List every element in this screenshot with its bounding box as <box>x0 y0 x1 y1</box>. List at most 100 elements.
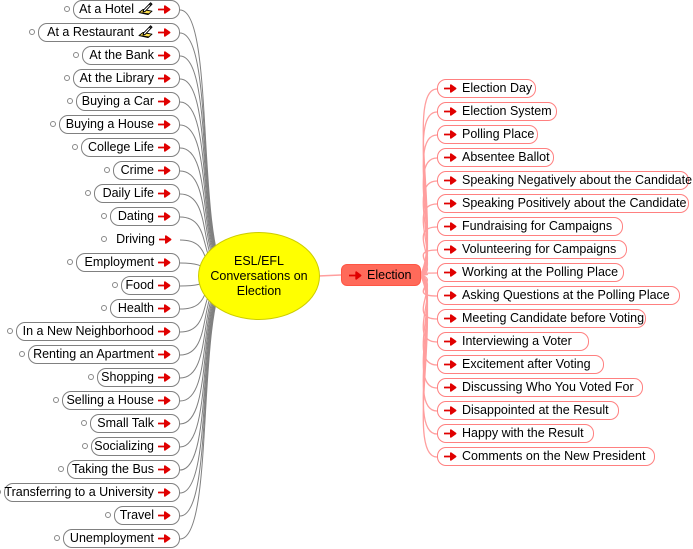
left-branch-node[interactable]: Unemployment <box>63 529 180 548</box>
collapse-handle[interactable] <box>67 98 73 104</box>
right-branch-node[interactable]: Happy with the Result <box>437 424 594 443</box>
right-branch-node[interactable]: Disappointed at the Result <box>437 401 619 420</box>
left-branch-node[interactable]: At the Bank <box>82 46 180 65</box>
left-branch-node-label: Buying a Car <box>81 94 154 109</box>
right-branch-node[interactable]: Meeting Candidate before Voting <box>437 309 646 328</box>
right-branch-node[interactable]: Election Day <box>437 79 536 98</box>
right-branch-node[interactable]: Volunteering for Campaigns <box>437 240 627 259</box>
collapse-handle[interactable] <box>101 305 107 311</box>
left-branch-node[interactable]: At the Library <box>73 69 180 88</box>
collapse-handle[interactable] <box>67 259 73 265</box>
collapse-handle[interactable] <box>101 213 107 219</box>
left-branch-node[interactable]: Transferring to a University <box>4 483 180 502</box>
arrow-right-icon <box>158 50 171 61</box>
left-branch-node[interactable]: Driving <box>110 230 180 249</box>
collapse-handle[interactable] <box>82 443 88 449</box>
collapse-handle[interactable] <box>50 121 56 127</box>
left-branch-node-label: Food <box>125 278 155 293</box>
left-branch-node[interactable]: Shopping <box>97 368 180 387</box>
left-branch-node-label: Transferring to a University <box>4 485 154 500</box>
left-branch-node-label: At the Library <box>79 71 154 86</box>
arrow-right-icon <box>158 533 171 544</box>
right-branch-node-label: Disappointed at the Result <box>462 403 609 418</box>
left-branch-node[interactable]: Crime <box>113 161 180 180</box>
right-branch-node[interactable]: Working at the Polling Place <box>437 263 624 282</box>
collapse-handle[interactable] <box>0 489 1 495</box>
left-branch-node[interactable]: Renting an Apartment <box>28 345 180 364</box>
arrow-right-icon <box>444 106 457 117</box>
arrow-right-icon <box>158 27 171 38</box>
arrow-right-icon <box>159 234 172 245</box>
arrow-right-icon <box>158 142 171 153</box>
collapse-handle[interactable] <box>7 328 13 334</box>
arrow-right-icon <box>444 359 457 370</box>
left-branch-node[interactable]: Buying a House <box>59 115 180 134</box>
right-branch-node[interactable]: Comments on the New President <box>437 447 655 466</box>
right-branch-node-label: Comments on the New President <box>462 449 646 464</box>
connector-line <box>419 134 438 276</box>
left-branch-node[interactable]: College Life <box>81 138 180 157</box>
right-branch-node[interactable]: Interviewing a Voter <box>437 332 589 351</box>
collapse-handle[interactable] <box>54 535 60 541</box>
collapse-handle[interactable] <box>104 167 110 173</box>
connector-line <box>419 274 438 366</box>
collapse-handle[interactable] <box>101 236 107 242</box>
right-branch-node-label: Working at the Polling Place <box>462 265 619 280</box>
left-branch-node[interactable]: Health <box>110 299 180 318</box>
left-branch-node-label: Renting an Apartment <box>33 347 154 362</box>
left-branch-node-label: Daily Life <box>102 186 154 201</box>
left-branch-node[interactable]: Taking the Bus <box>67 460 180 479</box>
left-branch-node[interactable]: Socializing <box>91 437 180 456</box>
main-branch-node-election[interactable]: Election <box>341 264 422 286</box>
arrow-right-icon <box>158 211 171 222</box>
left-branch-node[interactable]: Dating <box>110 207 180 226</box>
left-branch-node-label: In a New Neighborhood <box>22 324 154 339</box>
right-branch-node[interactable]: Election System <box>437 102 557 121</box>
root-node-label: ESL/EFL Conversations on Election <box>210 253 308 298</box>
right-branch-node-label: Absentee Ballot <box>462 150 550 165</box>
right-branch-node[interactable]: Speaking Negatively about the Candidate <box>437 171 692 190</box>
arrow-right-icon <box>158 395 171 406</box>
left-branch-node[interactable]: Employment <box>76 253 180 272</box>
right-branch-node[interactable]: Asking Questions at the Polling Place <box>437 286 680 305</box>
collapse-handle[interactable] <box>72 144 78 150</box>
left-branch-node[interactable]: Selling a House <box>62 391 180 410</box>
root-node[interactable]: ESL/EFL Conversations on Election <box>198 232 320 320</box>
collapse-handle[interactable] <box>85 190 91 196</box>
collapse-handle[interactable] <box>105 512 111 518</box>
left-branch-node[interactable]: At a Hotel <box>73 0 180 19</box>
right-branch-node[interactable]: Absentee Ballot <box>437 148 554 167</box>
collapse-handle[interactable] <box>64 6 70 12</box>
arrow-right-icon <box>444 405 457 416</box>
collapse-handle[interactable] <box>81 420 87 426</box>
collapse-handle[interactable] <box>64 75 70 81</box>
left-branch-node[interactable]: In a New Neighborhood <box>16 322 180 341</box>
right-branch-node-label: Meeting Candidate before Voting <box>462 311 645 326</box>
arrow-right-icon <box>158 418 171 429</box>
collapse-handle[interactable] <box>73 52 79 58</box>
right-branch-node[interactable]: Excitement after Voting <box>437 355 604 374</box>
left-branch-node[interactable]: Buying a Car <box>76 92 180 111</box>
arrow-right-icon <box>444 451 457 462</box>
right-branch-node-label: Election Day <box>462 81 533 96</box>
left-branch-node[interactable]: Small Talk <box>90 414 180 433</box>
right-branch-node[interactable]: Speaking Positively about the Candidate <box>437 194 689 213</box>
left-branch-node[interactable]: At a Restaurant <box>38 23 180 42</box>
right-branch-node-label: Fundraising for Campaigns <box>462 219 613 234</box>
right-branch-node[interactable]: Polling Place <box>437 125 538 144</box>
arrow-right-icon <box>158 73 171 84</box>
collapse-handle[interactable] <box>19 351 25 357</box>
left-branch-node-label: Buying a House <box>65 117 154 132</box>
collapse-handle[interactable] <box>112 282 118 288</box>
left-branch-node[interactable]: Travel <box>114 506 180 525</box>
right-branch-node[interactable]: Fundraising for Campaigns <box>437 217 623 236</box>
left-branch-node[interactable]: Food <box>121 276 180 295</box>
connector-line <box>419 274 438 297</box>
collapse-handle[interactable] <box>53 397 59 403</box>
collapse-handle[interactable] <box>88 374 94 380</box>
collapse-handle[interactable] <box>58 466 64 472</box>
collapse-handle[interactable] <box>29 29 35 35</box>
right-branch-node[interactable]: Discussing Who You Voted For <box>437 378 643 397</box>
arrow-right-icon <box>158 165 171 176</box>
left-branch-node[interactable]: Daily Life <box>94 184 180 203</box>
